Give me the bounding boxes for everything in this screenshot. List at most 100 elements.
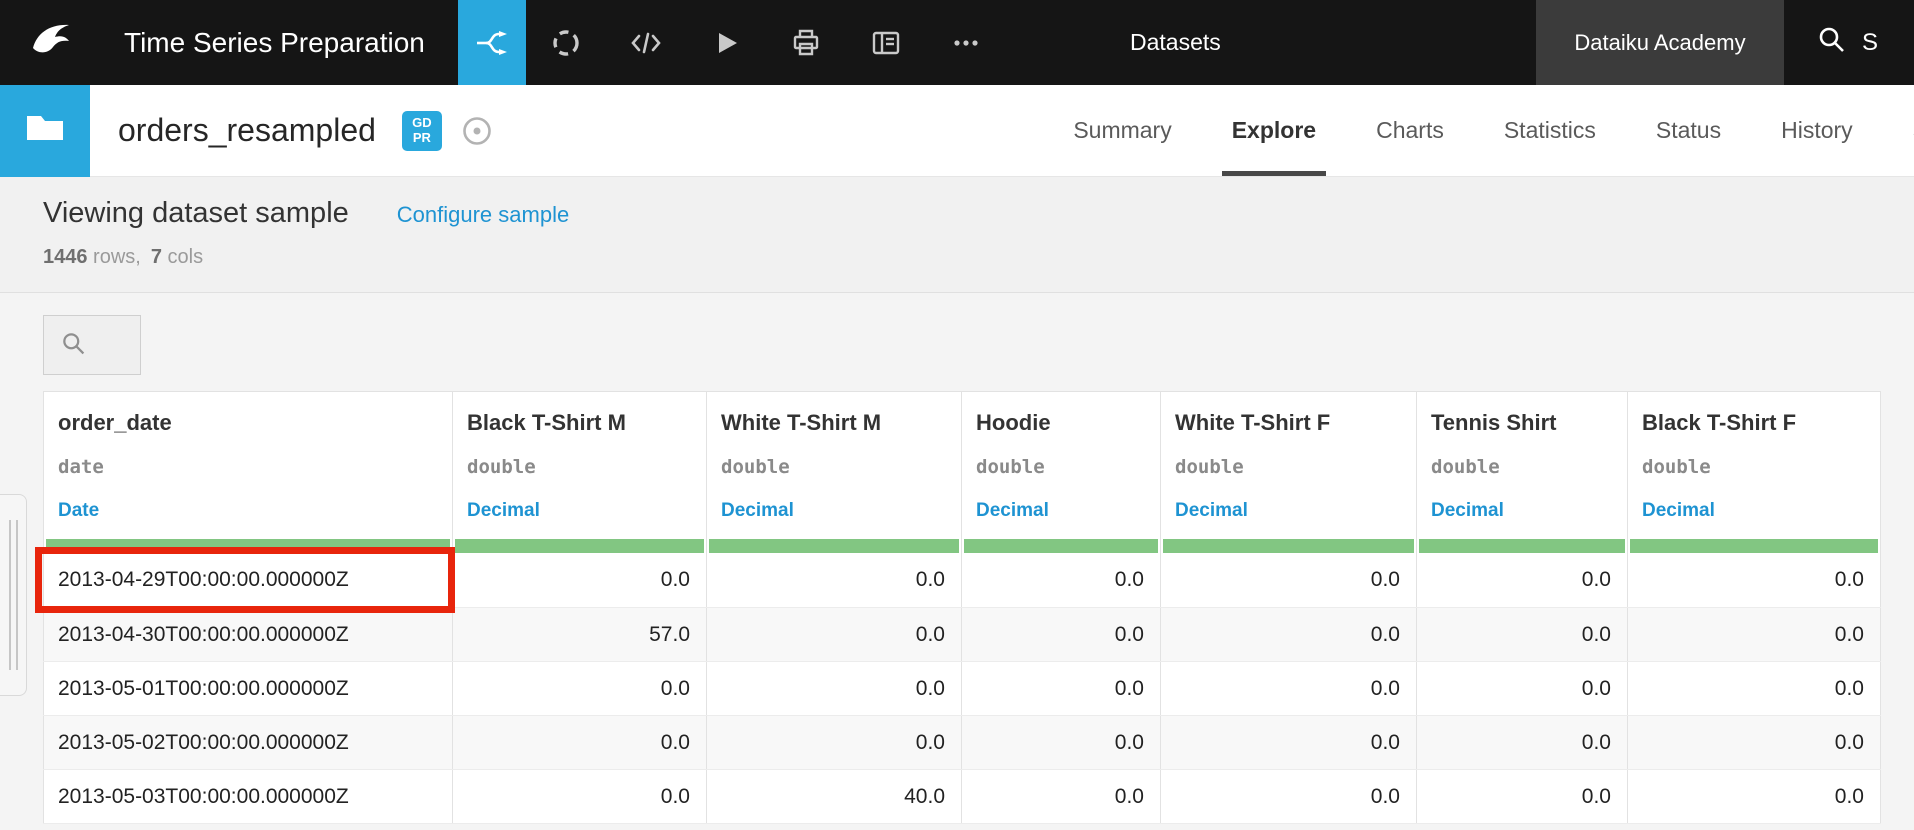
cell-value[interactable]: 0.0 <box>452 661 707 716</box>
column-meaning-link[interactable]: Decimal <box>1175 500 1248 522</box>
cell-value[interactable]: 0.0 <box>452 769 707 824</box>
cell-value[interactable]: 0.0 <box>1627 769 1881 824</box>
cell-value[interactable]: 0.0 <box>1416 715 1628 770</box>
dataiku-academy-button[interactable]: Dataiku Academy <box>1536 0 1784 85</box>
table-row: 2013-05-01T00:00:00.000000Z 0.0 0.0 0.0 0.0 0… <box>43 661 1881 716</box>
cell-value[interactable]: 0.0 <box>1160 553 1417 608</box>
cell-value[interactable]: 0.0 <box>1627 607 1881 662</box>
column-storage-type: double <box>721 456 790 478</box>
cell-order-date[interactable]: 2013-05-02T00:00:00.000000Z <box>43 715 453 770</box>
validity-bar-cell <box>706 537 962 554</box>
folder-icon <box>21 104 69 157</box>
cell-value[interactable]: 0.0 <box>1160 661 1417 716</box>
cell-value[interactable]: 0.0 <box>961 661 1161 716</box>
column-validity-bar <box>1419 538 1625 553</box>
dashed-circle-icon[interactable] <box>526 0 606 85</box>
cell-order-date[interactable]: 2013-05-03T00:00:00.000000Z <box>43 769 453 824</box>
table-bar-row <box>43 537 1881 554</box>
column-header-black-t-shirt-m[interactable]: Black T-Shirt M double Decimal <box>452 391 707 538</box>
flow-icon[interactable] <box>458 0 526 85</box>
column-header-order-date[interactable]: order_date date Date <box>43 391 453 538</box>
cell-value[interactable]: 0.0 <box>1416 769 1628 824</box>
cell-value[interactable]: 0.0 <box>1627 661 1881 716</box>
grip-icon <box>15 520 18 670</box>
column-header-white-t-shirt-f[interactable]: White T-Shirt F double Decimal <box>1160 391 1417 538</box>
cols-label: cols <box>161 246 204 268</box>
cell-value[interactable]: 40.0 <box>706 769 962 824</box>
column-validity-bar <box>46 538 450 553</box>
table-row: 2013-04-30T00:00:00.000000Z 57.0 0.0 0.0 0.0… <box>43 607 1881 662</box>
project-title[interactable]: Time Series Preparation <box>100 0 458 85</box>
column-header-white-t-shirt-m[interactable]: White T-Shirt M double Decimal <box>706 391 962 538</box>
column-meaning-link[interactable]: Decimal <box>1431 500 1504 522</box>
column-meaning-link[interactable]: Decimal <box>1642 500 1715 522</box>
row-count: 1446 <box>43 246 88 268</box>
cell-order-date[interactable]: 2013-04-30T00:00:00.000000Z <box>43 607 453 662</box>
validity-bar-cell <box>1160 537 1417 554</box>
search-icon <box>60 330 86 361</box>
tab-history[interactable]: History <box>1779 85 1855 176</box>
cell-value[interactable]: 57.0 <box>452 607 707 662</box>
explore-panel: order_date date Date Black T-Shirt M double D… <box>0 293 1914 830</box>
configure-sample-link[interactable]: Configure sample <box>397 202 569 228</box>
nav-section-datasets[interactable]: Datasets <box>1130 0 1221 95</box>
tab-explore[interactable]: Explore <box>1221 85 1327 176</box>
table-body: 2013-04-29T00:00:00.000000Z 0.0 0.0 0.0 0.0 0… <box>43 553 1881 824</box>
cell-value[interactable]: 0.0 <box>961 553 1161 608</box>
nav-section-label: Datasets <box>1130 29 1221 55</box>
top-navbar: Time Series Preparation Datasets Dataiku… <box>0 0 1914 95</box>
dashboard-icon[interactable] <box>846 0 926 85</box>
global-search[interactable]: S <box>1784 0 1914 85</box>
column-meaning-link[interactable]: Date <box>58 500 99 522</box>
search-icon <box>1816 24 1846 61</box>
tab-status[interactable]: Status <box>1654 85 1723 176</box>
cell-value[interactable]: 0.0 <box>706 607 962 662</box>
dataset-table: order_date date Date Black T-Shirt M double D… <box>43 391 1881 824</box>
left-panel-handle[interactable] <box>0 494 27 696</box>
column-meaning-link[interactable]: Decimal <box>467 500 540 522</box>
column-header-hoodie[interactable]: Hoodie double Decimal <box>961 391 1161 538</box>
sample-counts: 1446 rows, 7 cols <box>43 246 1914 269</box>
cell-order-date[interactable]: 2013-05-01T00:00:00.000000Z <box>43 661 453 716</box>
column-meaning-link[interactable]: Decimal <box>721 500 794 522</box>
column-validity-bar <box>964 538 1158 553</box>
sample-heading: Viewing dataset sample <box>43 197 349 229</box>
cell-value[interactable]: 0.0 <box>961 715 1161 770</box>
cell-value[interactable]: 0.0 <box>1416 607 1628 662</box>
dataset-title: orders_resampled <box>118 112 376 148</box>
column-meaning-link[interactable]: Decimal <box>976 500 1049 522</box>
cell-value[interactable]: 0.0 <box>1416 661 1628 716</box>
tab-charts[interactable]: Charts <box>1374 85 1446 176</box>
printer-icon[interactable] <box>766 0 846 85</box>
cell-value[interactable]: 0.0 <box>706 661 962 716</box>
cell-value[interactable]: 0.0 <box>961 607 1161 662</box>
cell-value[interactable]: 0.0 <box>1416 553 1628 608</box>
tab-summary[interactable]: Summary <box>1071 85 1173 176</box>
column-storage-type: double <box>976 456 1045 478</box>
cell-value[interactable]: 0.0 <box>1160 769 1417 824</box>
cell-value[interactable]: 0.0 <box>452 715 707 770</box>
cell-value[interactable]: 0.0 <box>452 553 707 608</box>
tab-s[interactable]: S <box>1911 85 1914 176</box>
table-search-input[interactable] <box>43 315 141 375</box>
cell-value[interactable]: 0.0 <box>1160 715 1417 770</box>
column-header-black-t-shirt-f[interactable]: Black T-Shirt F double Decimal <box>1627 391 1881 538</box>
code-icon[interactable] <box>606 0 686 85</box>
dataiku-bird-logo[interactable] <box>0 0 100 85</box>
column-header-tennis-shirt[interactable]: Tennis Shirt double Decimal <box>1416 391 1628 538</box>
dataset-folder-tile[interactable] <box>0 84 90 177</box>
cell-order-date[interactable]: 2013-04-29T00:00:00.000000Z <box>43 553 453 608</box>
cell-value[interactable]: 0.0 <box>1627 715 1881 770</box>
play-icon[interactable] <box>686 0 766 85</box>
cell-value[interactable]: 0.0 <box>961 769 1161 824</box>
cell-value[interactable]: 0.0 <box>1160 607 1417 662</box>
cell-value[interactable]: 0.0 <box>706 715 962 770</box>
navigator-compass-icon[interactable] <box>460 114 494 148</box>
tab-statistics[interactable]: Statistics <box>1502 85 1598 176</box>
more-icon[interactable] <box>926 0 1006 85</box>
column-storage-type: double <box>467 456 536 478</box>
cell-value[interactable]: 0.0 <box>706 553 962 608</box>
column-name: White T-Shirt F <box>1175 410 1331 435</box>
column-validity-bar <box>1163 538 1414 553</box>
cell-value[interactable]: 0.0 <box>1627 553 1881 608</box>
